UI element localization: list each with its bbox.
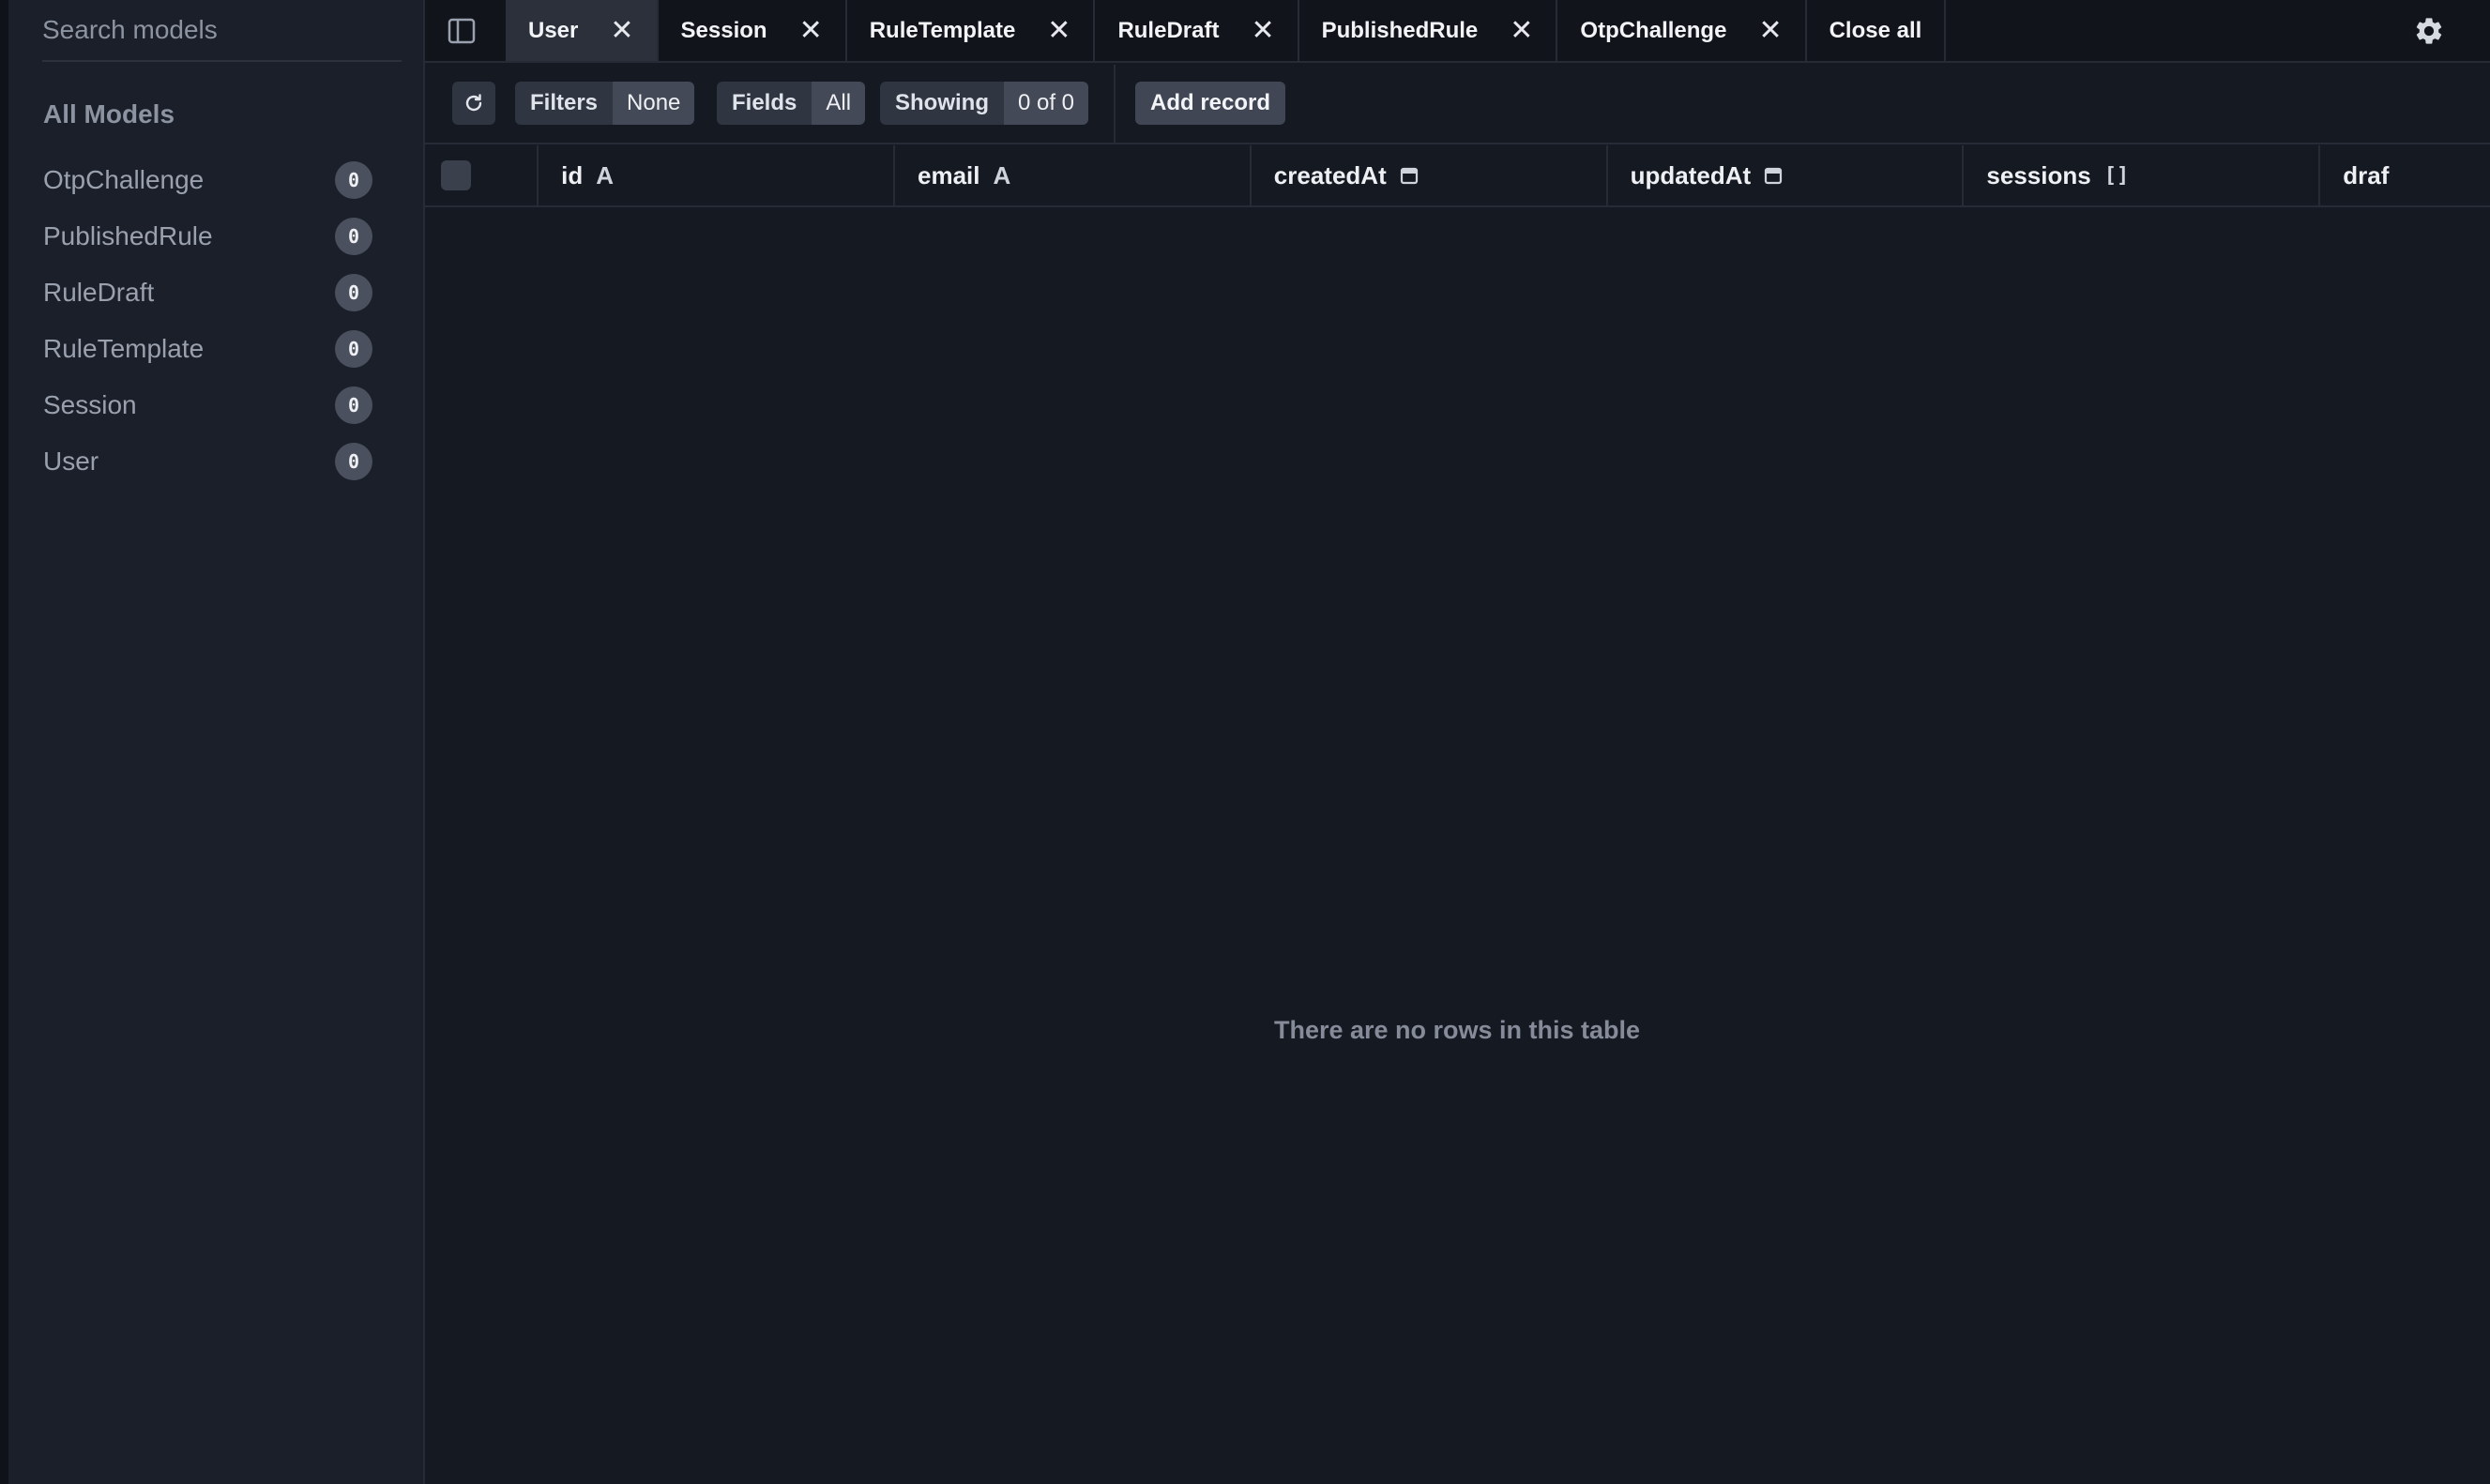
count-badge: 0 — [335, 274, 372, 311]
tab-user[interactable]: User ✕ — [506, 0, 659, 61]
column-name: sessions — [1986, 160, 2091, 189]
tab-otpchallenge[interactable]: OtpChallenge ✕ — [1557, 0, 1807, 61]
empty-table-message: There are no rows in this table — [1273, 1016, 1641, 1044]
toolbar-divider — [1114, 65, 1116, 144]
main-panel: User ✕ Session ✕ RuleTemplate ✕ RuleDraf… — [425, 0, 2490, 1484]
filters-label: Filters — [515, 82, 614, 125]
column-name: id — [561, 160, 584, 189]
tab-label: PublishedRule — [1321, 17, 1479, 43]
table-header: id A email A createdAt updatedAt session… — [425, 145, 2490, 207]
tab-label: Session — [680, 17, 767, 43]
count-badge: 0 — [335, 386, 372, 424]
sidebar-item-publishedrule[interactable]: PublishedRule 0 — [8, 208, 423, 265]
model-name: RuleDraft — [43, 278, 155, 307]
sidebar-panel-icon — [448, 18, 476, 43]
close-all-label: Close all — [1829, 17, 1922, 43]
sidebar-item-ruletemplate[interactable]: RuleTemplate 0 — [8, 321, 423, 377]
close-icon[interactable]: ✕ — [1758, 16, 1782, 45]
column-name: updatedAt — [1630, 160, 1752, 189]
column-name: email — [917, 160, 980, 189]
sidebar-item-session[interactable]: Session 0 — [8, 377, 423, 433]
filters-button[interactable]: Filters None — [515, 82, 695, 125]
showing-value: 0 of 0 — [1003, 82, 1089, 125]
sidebar-toggle-button[interactable] — [425, 0, 506, 61]
column-name: draf — [2343, 160, 2390, 189]
select-all-checkbox[interactable] — [441, 160, 471, 190]
search-box — [42, 0, 402, 62]
count-badge: 0 — [335, 161, 372, 199]
model-name: User — [43, 447, 99, 476]
tab-label: OtpChallenge — [1580, 17, 1727, 43]
tab-bar: User ✕ Session ✕ RuleTemplate ✕ RuleDraf… — [425, 0, 2490, 63]
tab-label: RuleDraft — [1117, 17, 1220, 43]
add-record-button[interactable]: Add record — [1135, 82, 1286, 125]
all-models-heading[interactable]: All Models — [43, 99, 175, 129]
close-icon[interactable]: ✕ — [610, 16, 633, 45]
count-badge: 0 — [335, 443, 372, 480]
column-header-sessions[interactable]: sessions [] — [1964, 145, 2321, 205]
app-root: All Models OtpChallenge 0 PublishedRule … — [0, 0, 2490, 1484]
model-name: OtpChallenge — [43, 165, 205, 194]
column-header-updatedat[interactable]: updatedAt — [1608, 145, 1965, 205]
fields-value: All — [812, 82, 866, 125]
column-header-drafts[interactable]: draf — [2320, 145, 2490, 205]
close-icon[interactable]: ✕ — [1510, 16, 1533, 45]
filters-value: None — [613, 82, 695, 125]
refresh-icon — [465, 94, 482, 112]
calendar-icon — [1400, 166, 1419, 185]
fields-button[interactable]: Fields All — [717, 82, 866, 125]
close-all-button[interactable]: Close all — [1807, 0, 1947, 61]
tab-session[interactable]: Session ✕ — [659, 0, 847, 61]
column-header-email[interactable]: email A — [895, 145, 1252, 205]
close-icon[interactable]: ✕ — [799, 16, 823, 45]
model-name: RuleTemplate — [43, 334, 205, 363]
tab-ruletemplate[interactable]: RuleTemplate ✕ — [847, 0, 1096, 61]
gear-icon[interactable] — [2413, 15, 2445, 47]
column-header-id[interactable]: id A — [539, 145, 895, 205]
close-icon[interactable]: ✕ — [1047, 16, 1070, 45]
close-icon[interactable]: ✕ — [1251, 16, 1274, 45]
tab-label: RuleTemplate — [869, 17, 1016, 43]
sidebar-item-otpchallenge[interactable]: OtpChallenge 0 — [8, 152, 423, 208]
toolbar: Filters None Fields All Showing 0 of 0 A… — [425, 65, 2490, 144]
refresh-button[interactable] — [452, 82, 495, 125]
model-list: OtpChallenge 0 PublishedRule 0 RuleDraft… — [8, 152, 423, 490]
search-models-input[interactable] — [42, 2, 402, 58]
select-all-cell — [425, 145, 539, 205]
calendar-icon — [1764, 166, 1783, 185]
column-header-createdat[interactable]: createdAt — [1252, 145, 1608, 205]
sidebar-item-ruledraft[interactable]: RuleDraft 0 — [8, 265, 423, 321]
list-type-icon: [] — [2103, 163, 2130, 188]
string-type-icon: A — [596, 160, 615, 189]
string-type-icon: A — [993, 160, 1011, 189]
model-name: Session — [43, 390, 137, 419]
tab-publishedrule[interactable]: PublishedRule ✕ — [1299, 0, 1558, 61]
tab-label: User — [528, 17, 579, 43]
model-name: PublishedRule — [43, 221, 213, 250]
column-name: createdAt — [1273, 160, 1387, 189]
sidebar-item-user[interactable]: User 0 — [8, 433, 423, 490]
showing-label: Showing — [880, 82, 1004, 125]
models-sidebar: All Models OtpChallenge 0 PublishedRule … — [0, 0, 425, 1484]
count-badge: 0 — [335, 330, 372, 368]
showing-button[interactable]: Showing 0 of 0 — [880, 82, 1089, 125]
count-badge: 0 — [335, 218, 372, 255]
fields-label: Fields — [717, 82, 812, 125]
tab-ruledraft[interactable]: RuleDraft ✕ — [1095, 0, 1299, 61]
